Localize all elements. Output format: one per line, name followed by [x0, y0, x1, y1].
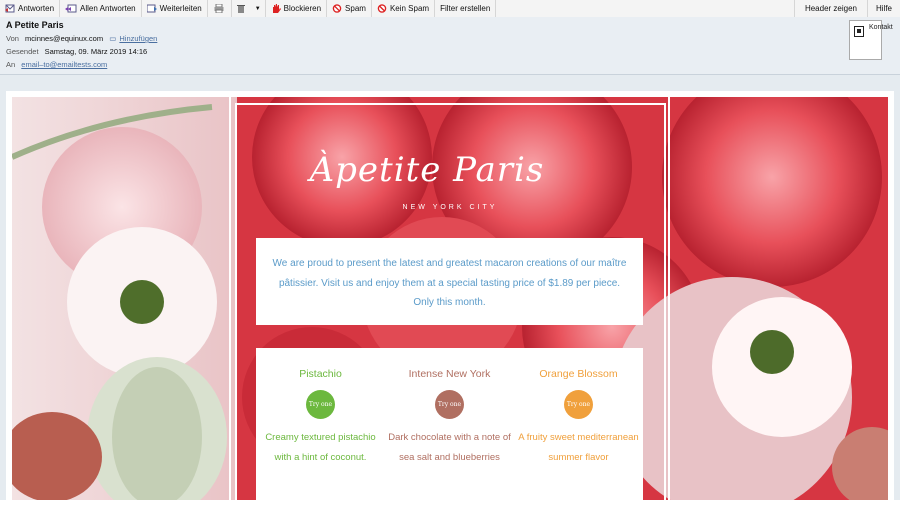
show-headers-button[interactable]: Header zeigen — [793, 0, 867, 17]
hand-icon — [272, 4, 281, 13]
trash-icon — [236, 5, 245, 13]
print-button[interactable] — [208, 0, 232, 17]
try-one-label: Try one — [437, 401, 462, 408]
address-book-icon: ▭ — [109, 34, 117, 43]
flavor-name: Intense New York — [408, 368, 491, 380]
contact-button[interactable]: Kontakt — [849, 20, 893, 60]
from-row: Von mcinnes@equinux.com ▭ Hinzufügen — [6, 34, 157, 43]
to-label: An — [6, 60, 16, 69]
try-one-label: Try one — [308, 401, 333, 408]
from-label: Von — [6, 34, 19, 43]
contact-button-label: Kontakt — [869, 24, 893, 31]
forward-button[interactable]: Weiterleiten — [142, 0, 208, 17]
sent-date: Samstag, 09. März 2019 14:16 — [44, 47, 148, 56]
to-row: An email–to@emailtests.com — [6, 60, 107, 69]
help-button[interactable]: Hilfe — [866, 0, 900, 17]
try-one-button[interactable]: Try one — [435, 390, 464, 419]
not-spam-button[interactable]: Kein Spam — [372, 0, 436, 17]
flavor-name: Pistachio — [299, 368, 342, 380]
try-one-button[interactable]: Try one — [306, 390, 335, 419]
message-header: A Petite Paris Von mcinnes@equinux.com ▭… — [0, 17, 900, 75]
block-button[interactable]: Blockieren — [266, 0, 328, 17]
add-contact-link[interactable]: Hinzufügen — [119, 34, 157, 43]
spam-icon — [332, 4, 342, 13]
toolbar: Antworten Allen Antworten Weiterleiten ▼… — [0, 0, 900, 18]
contact-card-icon — [854, 26, 864, 37]
sent-row: Gesendet Samstag, 09. März 2019 14:16 — [6, 47, 147, 56]
printer-icon — [214, 4, 224, 13]
from-address[interactable]: mcinnes@equinux.com — [25, 34, 103, 43]
flavor-name: Orange Blossom — [539, 368, 618, 380]
message-subject: A Petite Paris — [6, 20, 64, 30]
brand-logo: Àpetite Paris — [309, 150, 545, 190]
chevron-down-icon[interactable]: ▼ — [255, 6, 261, 12]
create-filter-button[interactable]: Filter erstellen — [435, 0, 497, 17]
to-address[interactable]: email–to@emailtests.com — [21, 60, 107, 69]
brand-city: NEW YORK CITY — [402, 204, 498, 211]
flavors-panel: Pistachio Try one Creamy textured pistac… — [256, 348, 643, 500]
flavor-description: Dark chocolate with a note of sea salt a… — [388, 432, 511, 463]
sent-label: Gesendet — [6, 47, 39, 56]
reply-button[interactable]: Antworten — [0, 0, 61, 17]
reply-all-icon — [65, 4, 77, 13]
not-spam-icon — [377, 4, 387, 13]
flavor-description: A fruity sweet mediterranean summer flav… — [518, 432, 639, 463]
spam-button[interactable]: Spam — [327, 0, 372, 17]
flavor-description: Creamy textured pistachio with a hint of… — [265, 432, 376, 463]
reply-all-button[interactable]: Allen Antworten — [60, 0, 142, 17]
intro-text: We are proud to present the latest and g… — [256, 238, 643, 325]
forward-icon — [146, 4, 157, 13]
try-one-button[interactable]: Try one — [564, 390, 593, 419]
try-one-label: Try one — [566, 401, 591, 408]
delete-button[interactable]: ▼ — [232, 0, 266, 17]
reply-icon — [5, 4, 15, 13]
